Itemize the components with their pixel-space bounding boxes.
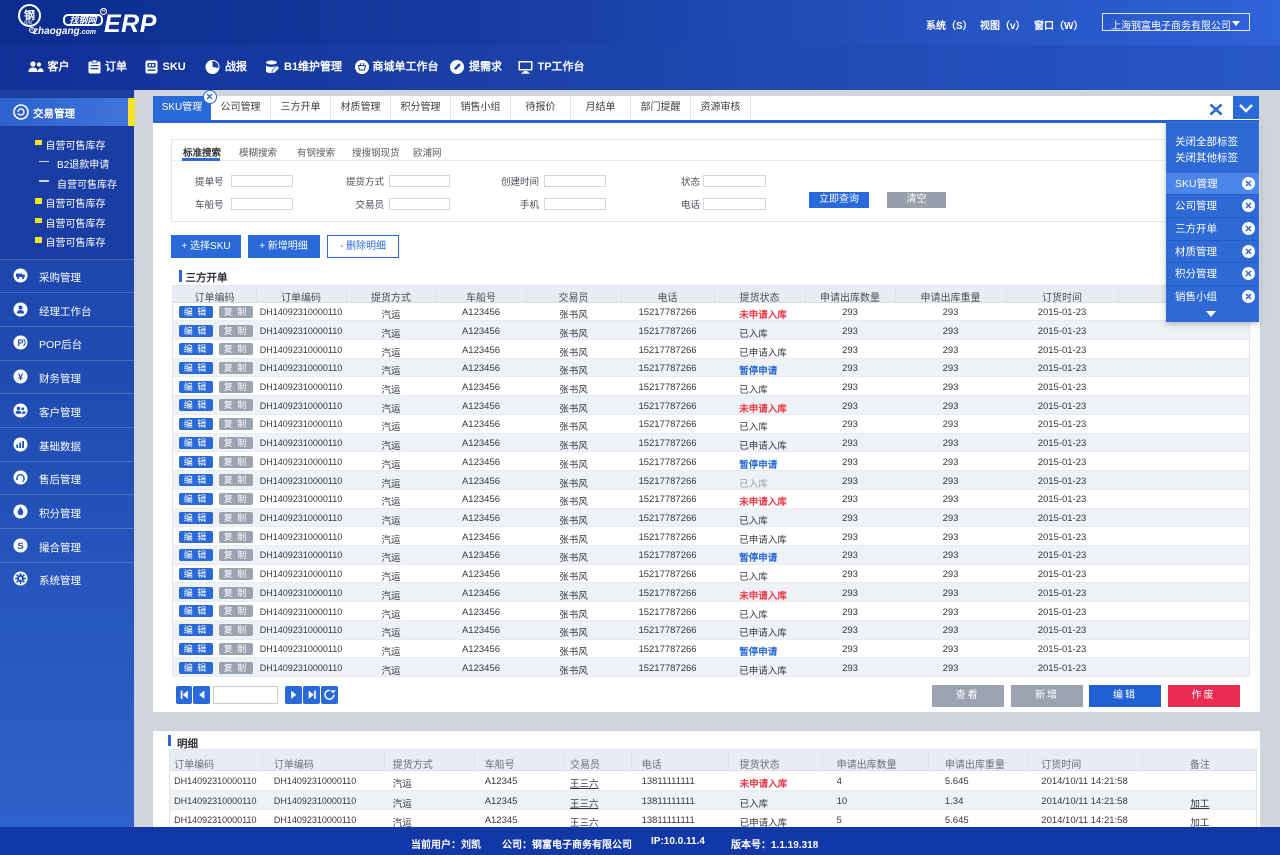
svg-text:P: P: [17, 338, 23, 348]
svg-text:S: S: [17, 541, 23, 552]
svg-text:¥: ¥: [18, 372, 24, 383]
